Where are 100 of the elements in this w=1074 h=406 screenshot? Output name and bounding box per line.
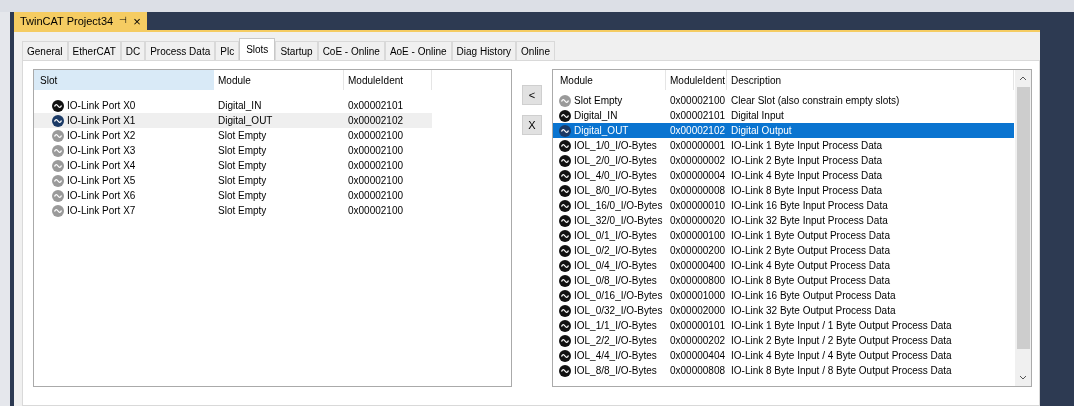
column-header[interactable]: ModuleIdent bbox=[344, 70, 432, 90]
table-cell-text: 0x00002100 bbox=[347, 174, 404, 188]
table-cell-text: Digital Output bbox=[730, 124, 792, 138]
table-cell-text: 0x00000004 bbox=[669, 169, 727, 183]
module-row[interactable]: IOL_1/0_I/O-Bytes 0x00000001 IO-Link 1 Byte Input Process Data bbox=[553, 138, 1014, 153]
tab[interactable]: AoE - Online bbox=[384, 41, 452, 60]
module-row[interactable]: IOL_0/8_I/O-Bytes 0x00000800 IO-Link 8 Byte Output Process Data bbox=[553, 273, 1014, 288]
column-header[interactable]: Module bbox=[214, 70, 344, 90]
tab[interactable]: General bbox=[22, 41, 68, 60]
module-row[interactable]: IOL_8/8_I/O-Bytes 0x00000808 IO-Link 8 Byte Input / 8 Byte Output Process Data bbox=[553, 363, 1014, 378]
table-cell-text: 0x00000020 bbox=[669, 214, 727, 228]
slot-row[interactable]: IO-Link Port X6 Slot Empty 0x00002100 bbox=[34, 188, 432, 203]
table-cell-text: 0x00002102 bbox=[347, 114, 404, 128]
table-cell-text: IO-Link Port X5 bbox=[67, 174, 136, 188]
table-cell-text: IO-Link 1 Byte Output Process Data bbox=[730, 229, 890, 243]
module-row[interactable]: IOL_0/4_I/O-Bytes 0x00000400 IO-Link 4 Byte Output Process Data bbox=[553, 258, 1014, 273]
module-row[interactable]: IOL_16/0_I/O-Bytes 0x00000010 IO-Link 16 Byte Input Process Data bbox=[553, 198, 1014, 213]
table-cell-text: Clear Slot (also constrain empty slots) bbox=[730, 94, 900, 108]
table-cell-text: IO-Link 16 Byte Output Process Data bbox=[730, 289, 896, 303]
slot-row[interactable]: IO-Link Port X4 Slot Empty 0x00002100 bbox=[34, 158, 432, 173]
table-cell-text: IO-Link Port X6 bbox=[67, 189, 136, 203]
table-cell-text: IOL_8/0_I/O-Bytes bbox=[574, 184, 657, 198]
module-row[interactable]: IOL_4/0_I/O-Bytes 0x00000004 IO-Link 4 Byte Input Process Data bbox=[553, 168, 1014, 183]
tab[interactable]: Diag History bbox=[451, 41, 517, 60]
module-row[interactable]: IOL_32/0_I/O-Bytes 0x00000020 IO-Link 32 Byte Input Process Data bbox=[553, 213, 1014, 228]
table-cell-text: Digital Input bbox=[730, 109, 784, 123]
slot-row[interactable]: IO-Link Port X7 Slot Empty 0x00002100 bbox=[34, 203, 432, 218]
table-cell-text: IO-Link 2 Byte Input / 2 Byte Output Process Data bbox=[730, 334, 952, 348]
module-row[interactable]: Digital_IN 0x00002101 Digital Input bbox=[553, 108, 1014, 123]
module-row[interactable]: IOL_0/1_I/O-Bytes 0x00000100 IO-Link 1 Byte Output Process Data bbox=[553, 228, 1014, 243]
table-cell-text: 0x00002100 bbox=[347, 129, 404, 143]
column-header[interactable]: ModuleIdent bbox=[666, 70, 727, 90]
pin-icon[interactable]: ⊣ bbox=[119, 14, 128, 28]
table-cell-text: Digital_OUT bbox=[217, 114, 274, 128]
table-cell-text: IO-Link 32 Byte Input Process Data bbox=[730, 214, 888, 228]
table-cell-text: IOL_2/0_I/O-Bytes bbox=[574, 154, 657, 168]
clear-slot-button[interactable]: X bbox=[522, 115, 542, 135]
table-cell-text: 0x00000010 bbox=[669, 199, 727, 213]
module-row[interactable]: IOL_1/1_I/O-Bytes 0x00000101 IO-Link 1 Byte Input / 1 Byte Output Process Data bbox=[553, 318, 1014, 333]
scroll-down-icon[interactable] bbox=[1019, 375, 1027, 380]
table-cell-text: IO-Link Port X7 bbox=[67, 204, 136, 218]
table-cell-text: IOL_4/0_I/O-Bytes bbox=[574, 169, 657, 183]
table-cell-text: 0x00000002 bbox=[669, 154, 727, 168]
table-cell-text: IOL_0/8_I/O-Bytes bbox=[574, 274, 657, 288]
tab[interactable]: Process Data bbox=[145, 41, 216, 60]
slot-row[interactable]: IO-Link Port X5 Slot Empty 0x00002100 bbox=[34, 173, 432, 188]
module-row[interactable]: Digital_OUT 0x00002102 Digital Output bbox=[553, 123, 1014, 138]
slot-row[interactable]: IO-Link Port X1 Digital_OUT 0x00002102 bbox=[34, 113, 432, 128]
module-row[interactable]: IOL_2/0_I/O-Bytes 0x00000002 IO-Link 2 Byte Input Process Data bbox=[553, 153, 1014, 168]
module-row[interactable]: IOL_0/32_I/O-Bytes 0x00002000 IO-Link 32 Byte Output Process Data bbox=[553, 303, 1014, 318]
table-cell-text: IOL_0/16_I/O-Bytes bbox=[574, 289, 663, 303]
table-cell-text: IOL_0/2_I/O-Bytes bbox=[574, 244, 657, 258]
table-cell-text: IO-Link 8 Byte Input / 8 Byte Output Process Data bbox=[730, 364, 952, 378]
module-row[interactable]: IOL_8/0_I/O-Bytes 0x00000008 IO-Link 8 Byte Input Process Data bbox=[553, 183, 1014, 198]
tab[interactable]: DC bbox=[120, 41, 146, 60]
table-cell-text: IO-Link 8 Byte Output Process Data bbox=[730, 274, 890, 288]
table-cell-text: Slot Empty bbox=[217, 129, 268, 143]
module-row[interactable]: IOL_0/16_I/O-Bytes 0x00001000 IO-Link 16 Byte Output Process Data bbox=[553, 288, 1014, 303]
module-row[interactable]: IOL_4/4_I/O-Bytes 0x00000404 IO-Link 4 Byte Input / 4 Byte Output Process Data bbox=[553, 348, 1014, 363]
remove-module-button[interactable]: < bbox=[522, 85, 542, 105]
table-cell-text: IOL_0/4_I/O-Bytes bbox=[574, 259, 657, 273]
column-header[interactable]: Description bbox=[727, 70, 1014, 90]
table-cell-text: IOL_1/1_I/O-Bytes bbox=[574, 319, 657, 333]
tab[interactable]: CoE - Online bbox=[317, 41, 385, 60]
column-header[interactable]: Module bbox=[553, 70, 666, 90]
table-cell-text: 0x00000800 bbox=[669, 274, 727, 288]
scrollbar-thumb[interactable] bbox=[1016, 87, 1030, 349]
tab[interactable]: Online bbox=[516, 41, 555, 60]
table-cell-text: IO-Link 8 Byte Input Process Data bbox=[730, 184, 883, 198]
table-cell-text: 0x00001000 bbox=[669, 289, 727, 303]
module-row[interactable]: IOL_2/2_I/O-Bytes 0x00000202 IO-Link 2 Byte Input / 2 Byte Output Process Data bbox=[553, 333, 1014, 348]
close-icon[interactable]: × bbox=[133, 14, 141, 28]
table-cell-text: IO-Link 1 Byte Input Process Data bbox=[730, 139, 883, 153]
slot-row[interactable]: IO-Link Port X3 Slot Empty 0x00002100 bbox=[34, 143, 432, 158]
tab[interactable]: Plc bbox=[215, 41, 240, 60]
tab[interactable]: Slots bbox=[239, 38, 276, 60]
table-cell-text: Digital_IN bbox=[217, 99, 263, 113]
scroll-up-icon[interactable] bbox=[1019, 76, 1027, 81]
table-cell-text: IOL_0/32_I/O-Bytes bbox=[574, 304, 663, 318]
table-cell-text: 0x00000008 bbox=[669, 184, 727, 198]
slot-row[interactable]: IO-Link Port X2 Slot Empty 0x00002100 bbox=[34, 128, 432, 143]
module-row[interactable]: Slot Empty 0x00002100 Clear Slot (also constrain empty slots) bbox=[553, 93, 1014, 108]
scrollbar[interactable] bbox=[1015, 70, 1031, 386]
table-cell-text: IOL_32/0_I/O-Bytes bbox=[574, 214, 663, 228]
table-cell-text: 0x00000100 bbox=[669, 229, 727, 243]
tab[interactable]: Startup bbox=[275, 41, 318, 60]
table-cell-text: IO-Link 2 Byte Input Process Data bbox=[730, 154, 883, 168]
table-cell-text: 0x00002100 bbox=[347, 159, 404, 173]
document-tab-title: TwinCAT Project34 bbox=[20, 13, 114, 29]
table-cell-text: IOL_0/1_I/O-Bytes bbox=[574, 229, 657, 243]
table-cell-text: 0x00002100 bbox=[347, 144, 404, 158]
table-cell-text: 0x00000202 bbox=[669, 334, 727, 348]
table-cell-text: 0x00000001 bbox=[669, 139, 727, 153]
slot-row[interactable]: IO-Link Port X0 Digital_IN 0x00002101 bbox=[34, 98, 432, 113]
table-cell-text: 0x00002101 bbox=[669, 109, 727, 123]
tab[interactable]: EtherCAT bbox=[67, 41, 121, 60]
module-row[interactable]: IOL_0/2_I/O-Bytes 0x00000200 IO-Link 2 Byte Output Process Data bbox=[553, 243, 1014, 258]
table-cell-text: IO-Link Port X4 bbox=[67, 159, 136, 173]
document-tab[interactable]: TwinCAT Project34 ⊣ × bbox=[14, 12, 147, 30]
column-header[interactable]: Slot bbox=[34, 70, 214, 90]
